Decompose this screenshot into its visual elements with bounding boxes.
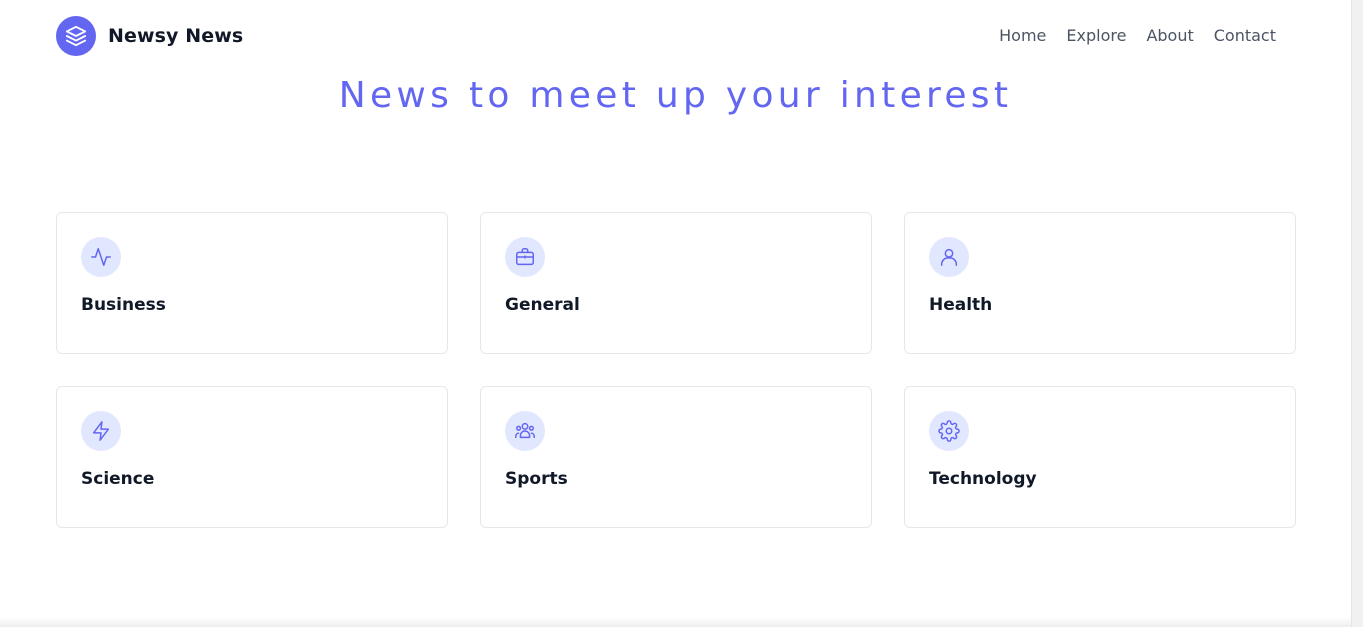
briefcase-icon [505, 237, 545, 277]
category-card-health[interactable]: Health [904, 212, 1296, 354]
nav-contact-link[interactable]: Contact [1214, 25, 1276, 47]
brand-name: Newsy News [108, 25, 244, 47]
nav-explore-link[interactable]: Explore [1066, 25, 1126, 47]
team-icon [505, 411, 545, 451]
category-card-technology[interactable]: Technology [904, 386, 1296, 528]
lightning-icon [81, 411, 121, 451]
gear-icon [929, 411, 969, 451]
category-label: General [505, 295, 580, 315]
main-nav: Home Explore About Contact [999, 25, 1276, 47]
nav-about-link[interactable]: About [1146, 25, 1193, 47]
category-label: Technology [929, 469, 1037, 489]
nav-home-link[interactable]: Home [999, 25, 1046, 47]
page-title: News to meet up your interest [338, 75, 1013, 116]
category-card-science[interactable]: Science [56, 386, 448, 528]
category-label: Sports [505, 469, 568, 489]
activity-icon [81, 237, 121, 277]
category-card-sports[interactable]: Sports [480, 386, 872, 528]
bottom-shadow [0, 617, 1351, 627]
category-label: Science [81, 469, 155, 489]
vertical-scrollbar[interactable] [1351, 0, 1363, 627]
user-icon [929, 237, 969, 277]
site-header: Newsy News Home Explore About Contact [0, 0, 1351, 72]
brand-link[interactable]: Newsy News [56, 16, 243, 56]
category-card-business[interactable]: Business [56, 212, 448, 354]
category-grid: Business General Health Science Sports T… [56, 212, 1296, 528]
category-label: Health [929, 295, 993, 315]
category-label: Business [81, 295, 166, 315]
category-card-general[interactable]: General [480, 212, 872, 354]
layers-icon [56, 16, 96, 56]
